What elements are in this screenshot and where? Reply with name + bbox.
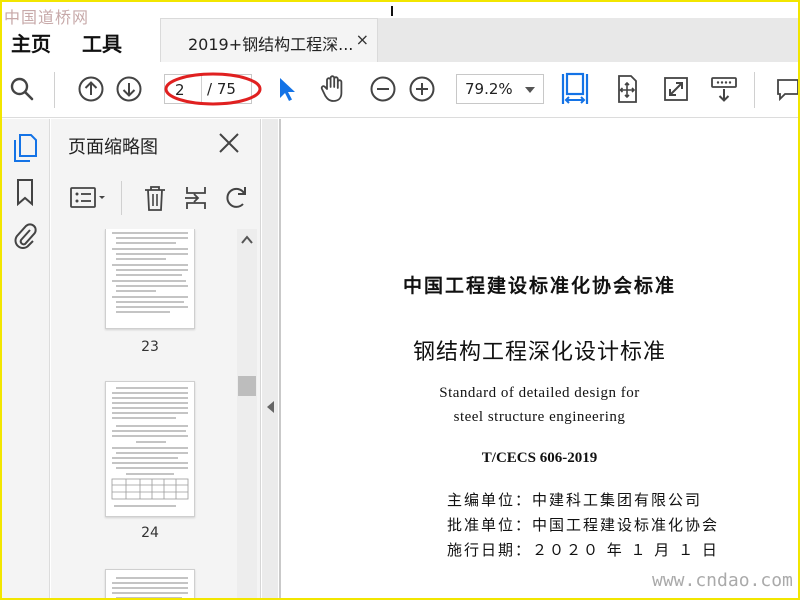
fit-width-icon[interactable] [560,70,590,108]
page-number-input[interactable] [175,80,203,100]
thumbnail-page-number: 23 [141,339,159,355]
thumbnail-page-number: 24 [141,525,159,541]
search-icon[interactable] [7,74,37,104]
scrollbar-thumb[interactable] [238,376,256,396]
zoom-value: 79.2% [465,80,513,98]
read-mode-icon[interactable] [709,74,739,104]
panel-toolbar-separator [121,181,122,215]
document-tab[interactable]: 2019+钢结构工程深... × [160,18,378,64]
chief-editor-line: 主编单位：中建科工集团有限公司 [447,491,703,509]
menu-home[interactable]: 主页 [11,28,51,57]
thumbnail-page-25[interactable] [105,569,195,598]
insert-page-icon[interactable] [181,183,211,213]
close-tab-icon[interactable]: × [356,30,369,49]
thumbnail-page-24[interactable] [105,381,195,517]
fullscreen-icon[interactable] [661,74,691,104]
tab-bar: 中国道桥网 主页 工具 2019+钢结构工程深... × [2,2,798,64]
thumbnail-scrollbar[interactable] [237,229,257,598]
left-rail [2,119,50,598]
standard-organization-header: 中国工程建设标准化协会标准 [402,275,676,297]
hand-tool-icon[interactable] [318,74,348,104]
watermark-top: 中国道桥网 [4,8,90,27]
thumbnail-text-lines [112,232,188,313]
document-page: 中国工程建设标准化协会标准 钢结构工程深化设计标准 Standard of de… [281,119,798,598]
toolbar-separator [754,72,755,108]
standard-code: T/CECS 606-2019 [481,450,598,466]
page-number-box: / 75 [164,74,252,104]
comment-icon[interactable] [772,74,800,104]
document-tab-title: 2019+钢结构工程深... [188,35,354,54]
chevron-down-icon [525,87,535,93]
standard-title-en-line2: steel structure engineering [453,409,626,425]
effective-date-line: 施行日期：２０２０ 年 １ 月 １ 日 [447,541,719,559]
panel-title: 页面缩略图 [68,137,158,158]
delete-page-icon[interactable] [140,183,170,213]
select-cursor-icon[interactable] [272,74,302,104]
toolbar-separator [54,72,55,108]
page-total: / 75 [207,80,236,98]
bookmark-icon[interactable] [10,177,40,207]
text-cursor-mark [391,6,393,16]
standard-title-cn: 钢结构工程深化设计标准 [412,340,666,365]
page-box-divider [201,75,202,103]
thumbnail-page-23[interactable] [105,229,195,329]
document-viewport[interactable]: 中国工程建设标准化协会标准 钢结构工程深化设计标准 Standard of de… [279,119,798,598]
zoom-dropdown[interactable]: 79.2% [456,74,544,104]
thumbnail-list: 23 24 [51,229,236,598]
thumbnail-text-lines [111,387,189,507]
panel-toolbar [51,173,261,223]
rotate-page-icon[interactable] [221,183,251,213]
zoom-in-icon[interactable] [407,74,437,104]
fit-page-icon[interactable] [612,74,642,104]
attachment-icon[interactable] [10,221,40,251]
watermark-bottom: www.cndao.com [652,570,793,591]
menu-tools[interactable]: 工具 [82,28,122,57]
page-up-icon[interactable] [76,74,106,104]
page-down-icon[interactable] [114,74,144,104]
zoom-out-icon[interactable] [368,74,398,104]
thumbnails-panel: 页面缩略图 23 24 [51,119,261,598]
thumbnail-text-lines [112,577,188,598]
standard-title-en-line1: Standard of detailed design for [439,385,640,401]
tab-bar-empty-area [378,18,798,64]
approval-unit-line: 批准单位：中国工程建设标准化协会 [447,516,720,534]
thumbnail-options-icon[interactable] [69,183,109,213]
close-panel-icon[interactable] [217,131,241,155]
collapse-arrow-icon [267,401,274,413]
page-thumbnails-icon[interactable] [10,133,40,163]
toolbar: / 75 79.2% [2,62,800,118]
scroll-up-icon[interactable] [241,235,253,245]
panel-collapse-handle[interactable] [262,119,278,598]
